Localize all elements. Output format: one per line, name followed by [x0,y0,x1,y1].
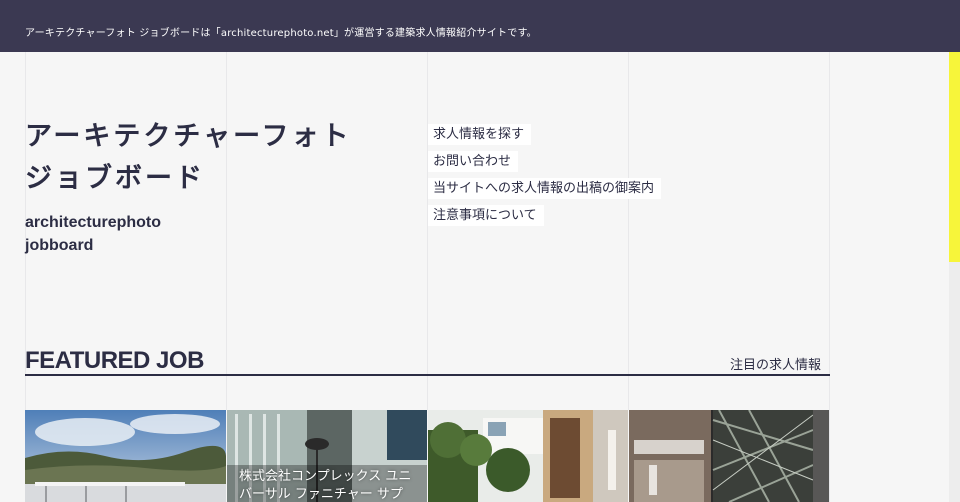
scrollbar-thumb[interactable] [949,52,960,262]
site-title-line1: アーキテクチャーフォト [25,121,352,152]
job-card[interactable] [25,410,226,502]
top-notice-bar: アーキテクチャーフォト ジョブボードは「architecturephoto.ne… [0,0,960,52]
nav-item-search-jobs[interactable]: 求人情報を探す [428,124,532,145]
job-card[interactable] [628,410,829,502]
site-title-english[interactable]: architecturephoto jobboard [25,211,161,257]
site-title-en-line2: jobboard [25,237,94,254]
job-photo-house [428,410,628,502]
nav-item-contact[interactable]: お問い合わせ [428,151,519,172]
site-title-en-line1: architecturephoto [25,214,162,231]
featured-job-list: 株式会社コンプレックス ユニバーサル ファニチャー サプ [25,410,830,502]
job-card[interactable]: 株式会社コンプレックス ユニバーサル ファニチャー サプ [226,410,427,502]
job-photo-aerial [629,410,829,502]
featured-job-subheading: 注目の求人情報 [730,358,822,373]
nav-item-notes[interactable]: 注意事項について [428,205,544,226]
featured-job-heading: FEATURED JOB [25,347,204,374]
section-divider [25,374,830,376]
job-card-caption: 株式会社コンプレックス ユニバーサル ファニチャー サプ [239,469,412,502]
site-title-japanese[interactable]: アーキテクチャーフォト ジョブボード [25,116,352,200]
job-card[interactable] [427,410,628,502]
main-nav: 求人情報を探す お問い合わせ 当サイトへの求人情報の出稿の御案内 注意事項につい… [428,124,662,232]
job-photo-landscape [25,410,226,502]
site-notice: アーキテクチャーフォト ジョブボードは「architecturephoto.ne… [25,28,537,39]
nav-item-posting-guide[interactable]: 当サイトへの求人情報の出稿の御案内 [428,178,662,199]
site-title-line2: ジョブボード [25,163,205,194]
